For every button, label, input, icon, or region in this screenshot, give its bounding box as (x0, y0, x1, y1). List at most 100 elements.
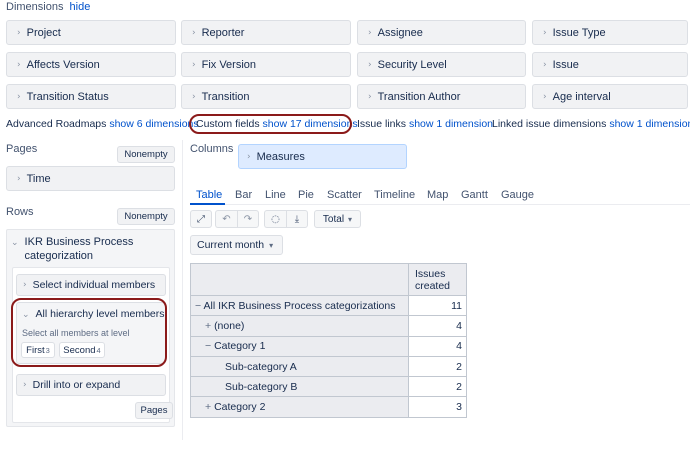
chevron-right-icon: › (543, 91, 547, 102)
chevron-right-icon: › (23, 280, 27, 290)
comment-icon[interactable]: ◌ (264, 210, 286, 228)
current-month-label: Current month (197, 239, 265, 251)
dimension-label: Assignee (377, 26, 423, 39)
tab-bar[interactable]: Bar (235, 189, 252, 201)
dimension-transition-author[interactable]: › Transition Author (357, 84, 526, 109)
total-dropdown[interactable]: Total ▾ (314, 210, 361, 228)
dimension-project[interactable]: › Project (6, 20, 176, 45)
tab-map[interactable]: Map (427, 189, 448, 201)
expand-icon[interactable]: + (205, 401, 211, 413)
collapse-icon[interactable]: − (195, 300, 201, 312)
chevron-right-icon: › (543, 59, 547, 70)
option-label: Drill into or expand (32, 379, 121, 391)
chevron-right-icon: › (23, 380, 27, 390)
expand-icon[interactable]: + (205, 320, 211, 332)
show-dimensions-link[interactable]: show 6 dimensions (109, 118, 198, 130)
pages-time-item[interactable]: › Time (6, 166, 175, 191)
row-label-cell[interactable]: Sub-category A (190, 355, 409, 378)
redo-icon[interactable]: ↷ (237, 210, 259, 228)
table-row: − Category 1 4 (190, 335, 467, 357)
collapse-icon[interactable]: − (205, 340, 211, 352)
group-advanced-roadmaps: Advanced Roadmaps show 6 dimensions (6, 118, 199, 130)
table-row: + (none) 4 (190, 315, 467, 337)
row-value-cell: 3 (408, 396, 467, 418)
measures-label: Measures (256, 150, 305, 163)
row-value-cell: 4 (408, 335, 467, 357)
header-label: Issues created (415, 267, 451, 292)
tab-pie[interactable]: Pie (298, 189, 314, 201)
pages-item-label: Time (26, 172, 51, 185)
undo-icon[interactable]: ↶ (215, 210, 237, 228)
group-label: Linked issue dimensions (492, 118, 607, 130)
chevron-right-icon: › (17, 91, 21, 102)
dimension-label: Security Level (377, 58, 447, 71)
rows-nonempty-button[interactable]: Nonempty (117, 208, 175, 225)
dimension-issue-type[interactable]: › Issue Type (532, 20, 688, 45)
tab-line[interactable]: Line (265, 189, 286, 201)
drill-into-expand-button[interactable]: › Drill into or expand (16, 374, 166, 396)
pages-button[interactable]: Pages (135, 402, 173, 419)
row-label: Category 2 (214, 401, 266, 414)
row-label-cell[interactable]: Sub-category B (190, 376, 409, 398)
highlight-ring (11, 298, 167, 367)
chevron-down-icon: ▾ (269, 240, 274, 250)
download-icon[interactable]: ⤓ (286, 210, 308, 228)
row-label: (none) (214, 319, 245, 332)
dimension-assignee[interactable]: › Assignee (357, 20, 526, 45)
row-label-cell[interactable]: − Category 1 (190, 335, 409, 357)
dimension-security-level[interactable]: › Security Level (357, 52, 526, 77)
row-label-cell[interactable]: − All IKR Business Process categorizatio… (190, 294, 409, 317)
fullscreen-icon[interactable]: ⤢ (190, 210, 212, 228)
dimension-reporter[interactable]: › Reporter (181, 20, 351, 45)
dimension-age-interval[interactable]: › Age interval (532, 84, 688, 109)
tab-gantt[interactable]: Gantt (461, 189, 488, 201)
chevron-right-icon: › (192, 27, 196, 38)
group-label: Advanced Roadmaps (6, 118, 107, 130)
rows-dimension-header[interactable]: ⌄ IKR Business Process categorization (11, 235, 171, 263)
dimension-affects-version[interactable]: › Affects Version (6, 52, 176, 77)
row-value-cell: 11 (408, 294, 467, 317)
chevron-right-icon: › (17, 59, 21, 70)
table-row: Sub-category A 2 (190, 355, 467, 378)
dimension-label: Transition (201, 90, 250, 103)
dimension-label: Affects Version (26, 58, 100, 71)
current-month-dropdown[interactable]: Current month ▾ (190, 235, 283, 255)
row-label: Category 1 (214, 340, 266, 353)
dimension-transition-status[interactable]: › Transition Status (6, 84, 176, 109)
select-individual-members-button[interactable]: › Select individual members (16, 274, 166, 296)
tab-timeline[interactable]: Timeline (374, 189, 415, 201)
rows-dimension-label: IKR Business Process categorization (24, 236, 134, 262)
chevron-right-icon: › (543, 27, 547, 38)
dimension-label: Fix Version (201, 58, 257, 71)
row-label-cell[interactable]: + (none) (190, 315, 409, 337)
chevron-right-icon: › (368, 91, 372, 102)
table-corner-cell (190, 263, 409, 296)
row-label: Sub-category B (225, 380, 298, 393)
show-dimensions-link[interactable]: show 1 dimension (409, 118, 493, 130)
chevron-down-icon: ▾ (348, 214, 353, 224)
table-row: − All IKR Business Process categorizatio… (190, 294, 467, 317)
columns-measures-item[interactable]: › Measures (238, 144, 407, 169)
dimension-transition[interactable]: › Transition (181, 84, 351, 109)
columns-title: Columns (190, 143, 234, 155)
group-label: Issue links (357, 118, 407, 130)
row-label-cell[interactable]: + Category 2 (190, 396, 409, 418)
dimension-label: Reporter (201, 26, 245, 39)
show-dimensions-link[interactable]: show 1 dimension (609, 118, 690, 130)
panel-divider (182, 140, 183, 440)
dimension-label: Issue (552, 58, 579, 71)
hide-link[interactable]: hide (70, 1, 91, 13)
dimension-label: Transition Status (26, 90, 109, 103)
dimension-fix-version[interactable]: › Fix Version (181, 52, 351, 77)
row-value-cell: 4 (408, 315, 467, 337)
tab-gauge[interactable]: Gauge (501, 189, 534, 201)
results-table: Issues created − All IKR Business Proces… (190, 263, 467, 418)
row-label: All IKR Business Process categorizations (203, 299, 396, 312)
pages-nonempty-button[interactable]: Nonempty (117, 146, 175, 163)
dimension-issue[interactable]: › Issue (532, 52, 688, 77)
chevron-right-icon: › (192, 59, 196, 70)
group-linked-issue-dimensions: Linked issue dimensions show 1 dimension (492, 118, 690, 130)
issues-created-header[interactable]: Issues created (408, 263, 467, 296)
tab-scatter[interactable]: Scatter (327, 189, 362, 201)
tab-table[interactable]: Table (196, 189, 222, 201)
